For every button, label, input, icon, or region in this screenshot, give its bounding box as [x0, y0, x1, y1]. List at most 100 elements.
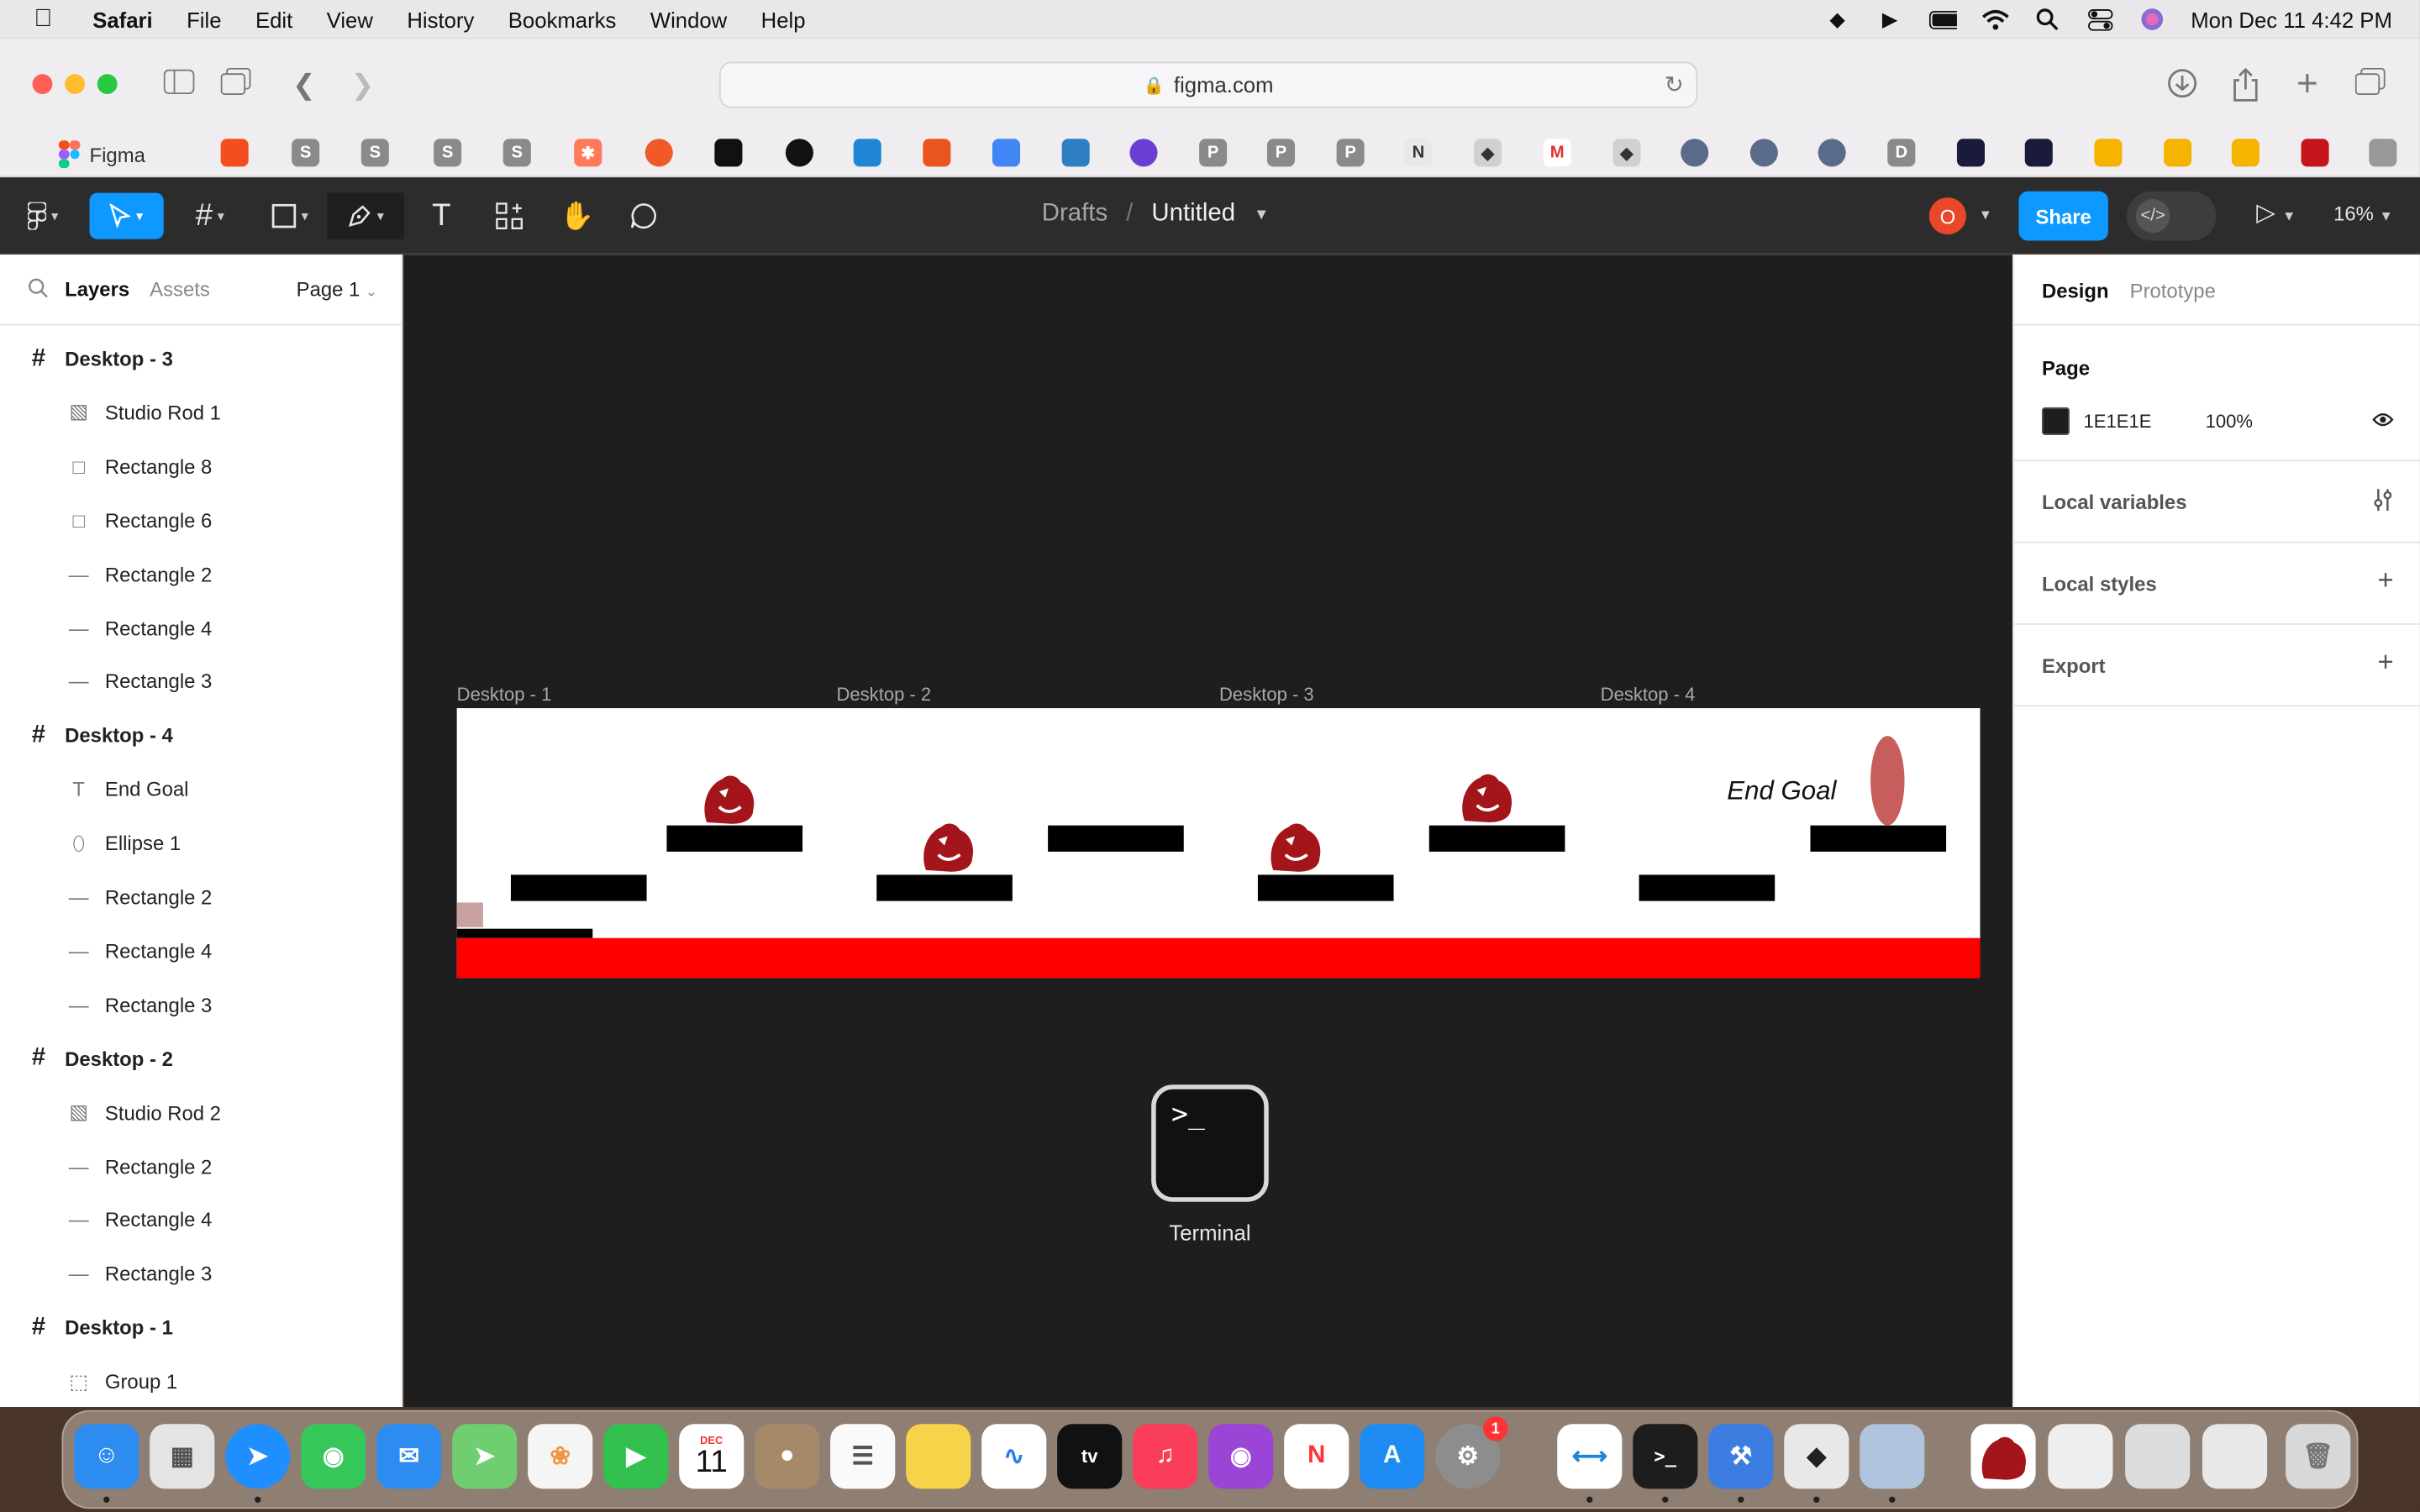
- share-button[interactable]: Share: [2018, 191, 2108, 241]
- screenshot-thumb-1-icon[interactable]: [2048, 1424, 2113, 1489]
- tab-globe-1-icon[interactable]: [1681, 139, 1709, 167]
- menu-app-name[interactable]: Safari: [92, 7, 152, 31]
- tab-s-1-icon[interactable]: S: [292, 139, 320, 167]
- control-center-icon[interactable]: [2086, 8, 2113, 30]
- tab-s-4-icon[interactable]: S: [502, 139, 531, 167]
- tab-blue-bird-icon[interactable]: [1061, 139, 1090, 167]
- lava-floor[interactable]: [456, 937, 1981, 979]
- local-styles-section[interactable]: Local styles +: [2013, 543, 2420, 625]
- menu-window[interactable]: Window: [650, 7, 727, 31]
- end-goal-text[interactable]: End Goal: [1727, 776, 1836, 807]
- frame-label-desktop-1[interactable]: Desktop - 1: [457, 684, 552, 706]
- layer-item[interactable]: — Rectangle 3: [0, 1247, 402, 1301]
- export-section[interactable]: Export +: [2013, 625, 2420, 707]
- preview-icon[interactable]: [1860, 1424, 1925, 1489]
- minimize-window-button[interactable]: [65, 74, 86, 95]
- platform[interactable]: [666, 825, 803, 852]
- enemy-sprite[interactable]: [1455, 769, 1517, 824]
- frame-label-desktop-4[interactable]: Desktop - 4: [1601, 684, 1696, 706]
- unity-hub-icon[interactable]: ◆: [1784, 1424, 1849, 1489]
- layer-item[interactable]: ▧ Studio Rod 2: [0, 1085, 402, 1139]
- vscode-icon[interactable]: ⟷: [1557, 1424, 1623, 1489]
- layer-item[interactable]: ▧ Studio Rod 1: [0, 386, 402, 439]
- comment-tool-button[interactable]: [622, 193, 665, 239]
- tab-unity-2-icon[interactable]: ◆: [1612, 139, 1641, 167]
- tab-red-icon[interactable]: [2301, 139, 2329, 167]
- search-icon[interactable]: [28, 278, 48, 302]
- enemy-sprite[interactable]: [1264, 817, 1325, 873]
- tab-layers[interactable]: Layers: [65, 278, 129, 302]
- file-name[interactable]: Untitled: [1151, 201, 1235, 228]
- news-icon[interactable]: N: [1284, 1424, 1349, 1489]
- platform[interactable]: [1810, 825, 1947, 852]
- game-level-frames[interactable]: End Goal: [456, 708, 1981, 979]
- tab-slides-2-icon[interactable]: [2164, 139, 2192, 167]
- launchpad-icon[interactable]: ▦: [150, 1424, 215, 1489]
- dev-mode-toggle[interactable]: </>: [2126, 191, 2217, 241]
- xcode-icon[interactable]: ⚒: [1708, 1424, 1774, 1489]
- frame-label-desktop-2[interactable]: Desktop - 2: [836, 684, 931, 706]
- layer-frame[interactable]: # Desktop - 4: [0, 709, 402, 763]
- layer-item[interactable]: — Rectangle 2: [0, 1139, 402, 1193]
- avatar-chevron-down-icon[interactable]: ▼: [1979, 207, 1992, 222]
- safari-icon[interactable]: ➤: [225, 1424, 291, 1489]
- contacts-icon[interactable]: ●: [755, 1424, 820, 1489]
- address-bar[interactable]: 🔒 figma.com ↻: [718, 61, 1698, 108]
- play-icon[interactable]: ▷ ▼: [2256, 197, 2296, 228]
- pen-tool-button[interactable]: ▾: [327, 192, 405, 239]
- unity-status-icon[interactable]: ◆: [1823, 7, 1851, 30]
- tab-assets[interactable]: Assets: [150, 278, 210, 302]
- tab-overview-icon[interactable]: [2354, 67, 2387, 102]
- screenshot-thumb-3-icon[interactable]: [2202, 1424, 2268, 1489]
- back-icon[interactable]: ❮: [287, 68, 321, 102]
- sidebar-toggle-icon[interactable]: [162, 68, 196, 102]
- tab-p-2-icon[interactable]: P: [1266, 139, 1295, 167]
- move-tool-button[interactable]: ▾: [89, 192, 164, 239]
- music-icon[interactable]: ♫: [1133, 1424, 1198, 1489]
- chevron-down-icon[interactable]: ▼: [1254, 206, 1269, 223]
- battery-icon[interactable]: [1928, 8, 1957, 30]
- layer-item[interactable]: □ Rectangle 8: [0, 439, 402, 493]
- resources-tool-button[interactable]: [487, 193, 530, 239]
- tab-globe-3-icon[interactable]: [1818, 139, 1846, 167]
- spotlight-search-icon[interactable]: [2033, 8, 2061, 31]
- finder-icon[interactable]: ☺: [74, 1424, 139, 1489]
- calendar-icon[interactable]: DEC 11: [679, 1424, 744, 1489]
- apple-tv-icon[interactable]: tv: [1057, 1424, 1123, 1489]
- podcasts-icon[interactable]: ◉: [1208, 1424, 1274, 1489]
- canvas[interactable]: Desktop - 1 Desktop - 2 Desktop - 3 Desk…: [404, 255, 2013, 1408]
- page-color-swatch[interactable]: [2041, 407, 2070, 435]
- tab-figma[interactable]: Figma: [34, 134, 194, 175]
- platform[interactable]: [1048, 825, 1184, 852]
- page-opacity[interactable]: 100%: [2206, 411, 2253, 433]
- frame-tool-button[interactable]: # ▾: [176, 193, 244, 239]
- clock[interactable]: Mon Dec 11 4:42 PM: [2191, 7, 2392, 31]
- tab-s-3-icon[interactable]: S: [434, 139, 462, 167]
- terminal-app-icon[interactable]: >_: [1151, 1084, 1269, 1202]
- layer-item[interactable]: ⬚ Group 1: [0, 1355, 402, 1407]
- platform[interactable]: [1639, 874, 1776, 901]
- app-store-icon[interactable]: A: [1360, 1424, 1425, 1489]
- tab-slides-1-icon[interactable]: [2094, 139, 2123, 167]
- tab-design[interactable]: Design: [2042, 279, 2109, 302]
- add-style-plus-icon[interactable]: +: [2377, 564, 2393, 597]
- layer-item[interactable]: — Rectangle 4: [0, 601, 402, 654]
- tab-d-icon[interactable]: D: [1887, 139, 1916, 167]
- siri-icon[interactable]: [2139, 8, 2166, 30]
- tab-tdeo-icon[interactable]: [714, 139, 743, 167]
- menu-bookmarks[interactable]: Bookmarks: [508, 7, 617, 31]
- tab-p-3-icon[interactable]: P: [1336, 139, 1365, 167]
- eye-icon[interactable]: [2372, 409, 2394, 433]
- reminders-icon[interactable]: ☰: [830, 1424, 896, 1489]
- layer-item[interactable]: — Rectangle 4: [0, 924, 402, 978]
- tab-github-icon[interactable]: [785, 139, 813, 167]
- breadcrumb-drafts[interactable]: Drafts: [1042, 201, 1107, 228]
- freeform-icon[interactable]: ∿: [981, 1424, 1047, 1489]
- mail-icon[interactable]: ✉: [376, 1424, 442, 1489]
- tab-n-icon[interactable]: N: [1404, 139, 1433, 167]
- tab-orange-2-icon[interactable]: [923, 139, 951, 167]
- tab-group-icon[interactable]: [219, 67, 253, 102]
- enemy-sprite[interactable]: [917, 817, 978, 873]
- platform[interactable]: [876, 874, 1013, 901]
- frame-label-desktop-3[interactable]: Desktop - 3: [1219, 684, 1314, 706]
